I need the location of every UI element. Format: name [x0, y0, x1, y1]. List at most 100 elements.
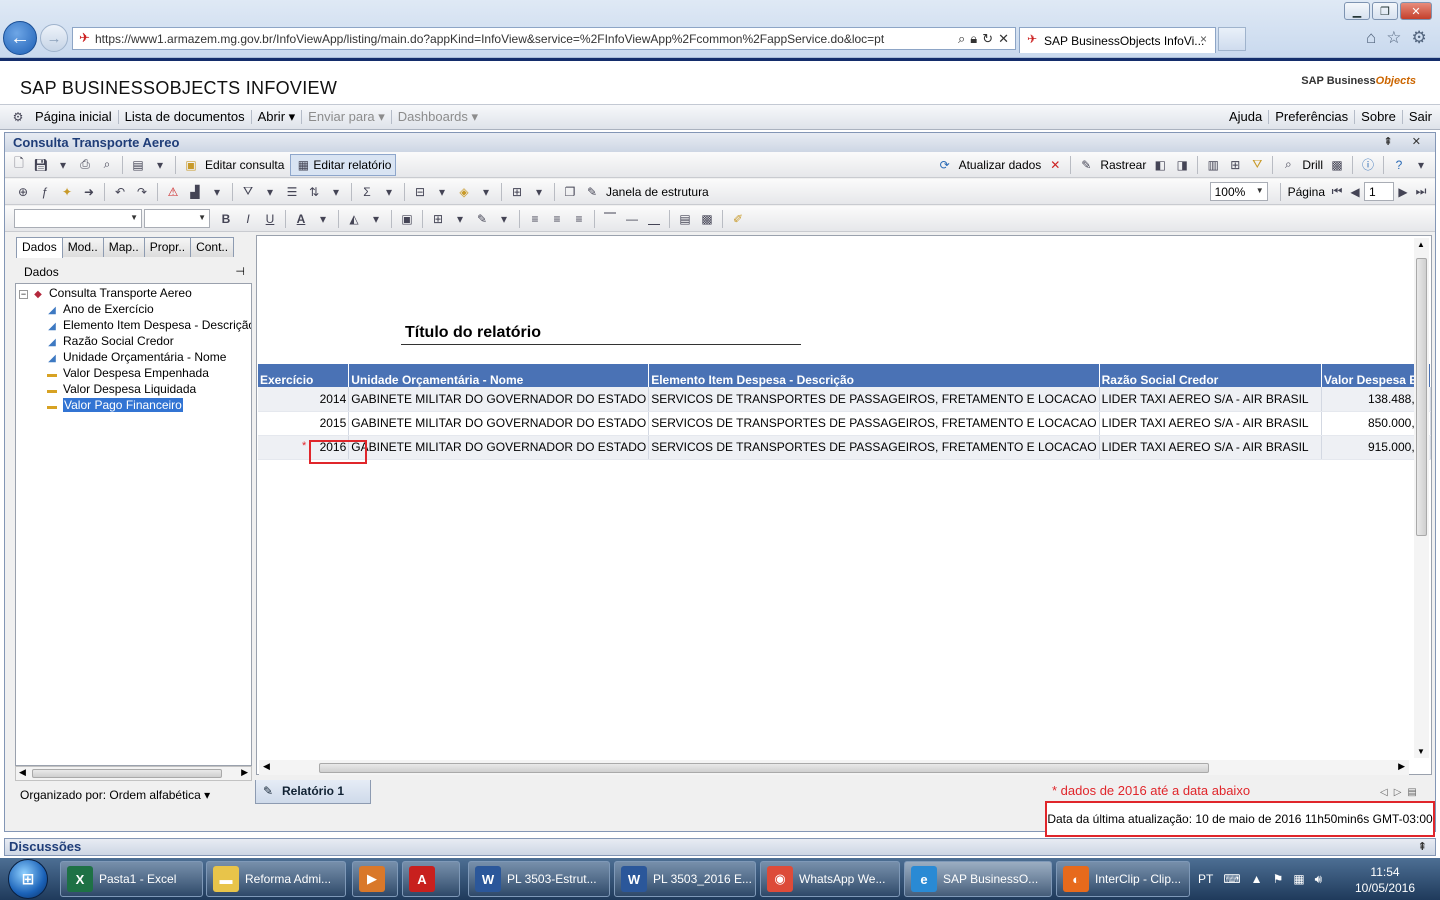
address-bar[interactable]: ✈ https://www1.armazem.mg.gov.br/InfoVie…: [72, 27, 1016, 50]
stop-icon[interactable]: ✕: [998, 31, 1009, 47]
taskbar-item[interactable]: A: [402, 861, 460, 897]
view-icon[interactable]: ▤: [130, 157, 146, 173]
copy-icon[interactable]: ❐: [562, 184, 578, 200]
menu-dashboards[interactable]: Dashboards ▾: [392, 110, 484, 124]
dropdown-arrow-icon[interactable]: ▾: [55, 157, 71, 173]
edit-query-button[interactable]: Editar consulta: [205, 158, 284, 172]
table-cell[interactable]: LIDER TAXI AEREO S/A - AIR BRASIL: [1099, 435, 1322, 460]
tree-item[interactable]: ◢ Elemento Item Despesa - Descrição: [46, 317, 251, 333]
tree-root[interactable]: − ◆ Consulta Transporte Aereo: [19, 285, 192, 301]
print-icon[interactable]: ⎙: [77, 157, 93, 173]
sort-icon[interactable]: ⇅: [306, 184, 322, 200]
dropdown-arrow-icon[interactable]: ▾: [496, 211, 512, 227]
scrollbar-thumb[interactable]: [1416, 258, 1427, 536]
tray-expand-icon[interactable]: ▲: [1251, 872, 1263, 886]
start-button[interactable]: ⊞: [8, 859, 48, 899]
dropdown-arrow-icon[interactable]: ▾: [1413, 157, 1429, 173]
scroll-right-icon[interactable]: ▶: [241, 767, 248, 778]
wrap-text-icon[interactable]: ▤: [677, 211, 693, 227]
report-tab-navigation[interactable]: ◁▷▤: [1380, 787, 1423, 798]
dropdown-arrow-icon[interactable]: ▾: [531, 184, 547, 200]
ranking-icon[interactable]: ◈: [456, 184, 472, 200]
taskbar-item[interactable]: W PL 3503-Estrut...: [468, 861, 610, 897]
align-bottom-icon[interactable]: ⎽: [646, 211, 662, 227]
column-header-exercicio[interactable]: Exercício: [258, 364, 350, 387]
alert-icon[interactable]: ⚠: [165, 184, 181, 200]
underline-icon[interactable]: U: [262, 211, 278, 227]
dropdown-arrow-icon[interactable]: ▾: [152, 157, 168, 173]
taskbar-item[interactable]: X Pasta1 - Excel: [60, 861, 203, 897]
structure-window-button[interactable]: Janela de estrutura: [606, 185, 709, 199]
table-row[interactable]: 2014 GABINETE MILITAR DO GOVERNADOR DO ES…: [258, 387, 1432, 412]
tab-propriedades[interactable]: Propr..: [143, 237, 192, 257]
menu-logout[interactable]: Sair: [1403, 110, 1438, 124]
next-page-icon[interactable]: ▶: [1395, 184, 1411, 200]
refresh-data-button[interactable]: Atualizar dados: [959, 158, 1042, 172]
taskbar-item[interactable]: W PL 3503_2016 E...: [614, 861, 756, 897]
table-cell[interactable]: GABINETE MILITAR DO GOVERNADOR DO ESTADO: [348, 411, 650, 436]
report-tab-relatorio-1[interactable]: ✎ Relatório 1: [255, 780, 371, 804]
background-pattern-icon[interactable]: ▩: [699, 211, 715, 227]
action-center-flag-icon[interactable]: ⚑: [1273, 872, 1284, 886]
keyboard-icon[interactable]: ⌨: [1223, 872, 1240, 886]
table-cell[interactable]: GABINETE MILITAR DO GOVERNADOR DO ESTADO: [348, 387, 650, 412]
column-header-razao-social[interactable]: Razão Social Credor: [1099, 364, 1322, 387]
dropdown-arrow-icon[interactable]: ▾: [478, 184, 494, 200]
close-window-icon[interactable]: ✕: [1400, 2, 1432, 20]
filter-icon[interactable]: ⛛: [240, 184, 256, 200]
tree-item[interactable]: ◢ Razão Social Credor: [46, 333, 174, 349]
report-horizontal-scrollbar[interactable]: ◀ ▶: [259, 760, 1409, 775]
align-left-icon[interactable]: ≡: [527, 211, 543, 227]
search-icon[interactable]: ⌕: [958, 31, 965, 47]
taskbar-clock[interactable]: 11:54 10/05/2016: [1340, 864, 1430, 896]
language-indicator[interactable]: PT: [1198, 872, 1213, 886]
table-cell[interactable]: SERVICOS DE TRANSPORTES DE PASSAGEIROS, …: [648, 411, 1100, 436]
tab-controles[interactable]: Cont..: [190, 237, 235, 257]
new-tab-button[interactable]: [1218, 27, 1246, 51]
restore-icon[interactable]: ❐: [1372, 2, 1398, 20]
page-number-input[interactable]: 1: [1364, 182, 1394, 201]
track-display-icon[interactable]: ◨: [1174, 157, 1190, 173]
tree-item[interactable]: ▬ Valor Despesa Liquidada: [46, 381, 196, 397]
table-cell[interactable]: GABINETE MILITAR DO GOVERNADOR DO ESTADO: [348, 435, 650, 460]
align-top-icon[interactable]: ⎺: [602, 211, 618, 227]
font-family-select[interactable]: ▼: [14, 209, 142, 228]
ungroup-icon[interactable]: ⊞: [1227, 157, 1243, 173]
new-document-icon[interactable]: 🗋: [11, 156, 27, 173]
scroll-down-icon[interactable]: ▼: [1417, 747, 1425, 756]
menu-send-to[interactable]: Enviar para ▾: [302, 110, 392, 124]
chart-icon[interactable]: ▟: [187, 184, 203, 200]
collapse-icon[interactable]: −: [19, 290, 28, 299]
undo-icon[interactable]: ↶: [112, 184, 128, 200]
border-icon[interactable]: ▣: [399, 211, 415, 227]
tab-mapa[interactable]: Map..: [102, 237, 145, 257]
section-icon[interactable]: ⊟: [412, 184, 428, 200]
table-cell[interactable]: LIDER TAXI AEREO S/A - AIR BRASIL: [1099, 411, 1322, 436]
expand-icon[interactable]: ⇞: [1418, 839, 1427, 855]
insert-icon[interactable]: ⊕: [15, 184, 31, 200]
formula-icon[interactable]: ƒ: [37, 184, 53, 200]
border-style-icon[interactable]: ⊞: [430, 211, 446, 227]
menu-about[interactable]: Sobre: [1355, 110, 1403, 124]
line-color-icon[interactable]: ✎: [474, 211, 490, 227]
taskbar-item[interactable]: ▬ Reforma Admi...: [206, 861, 346, 897]
fill-color-icon[interactable]: ◭: [346, 211, 362, 227]
panel-controls[interactable]: ⇞ ✕: [1384, 133, 1430, 152]
menu-open[interactable]: Abrir ▾: [252, 110, 303, 124]
table-row[interactable]: 2016 GABINETE MILITAR DO GOVERNADOR DO ES…: [258, 435, 1432, 460]
organized-by-select[interactable]: Organizado por: Ordem alfabética ▾: [20, 788, 210, 802]
scroll-left-icon[interactable]: ◀: [19, 767, 26, 778]
browser-tab[interactable]: ✈ SAP BusinessObjects InfoVi... ×: [1019, 27, 1216, 53]
tree-item[interactable]: ▬ Valor Despesa Empenhada: [46, 365, 209, 381]
tree-item[interactable]: ▬ Valor Pago Financeiro: [46, 397, 183, 413]
dropdown-arrow-icon[interactable]: ▾: [452, 211, 468, 227]
group-icon[interactable]: ▥: [1205, 157, 1221, 173]
scrollbar-thumb[interactable]: [319, 763, 1209, 773]
edit-report-button[interactable]: ▦ Editar relatório: [290, 153, 397, 176]
table-cell[interactable]: SERVICOS DE TRANSPORTES DE PASSAGEIROS, …: [648, 387, 1100, 412]
font-color-icon[interactable]: A: [293, 211, 309, 227]
tree-item[interactable]: ◢ Ano de Exercício: [46, 301, 154, 317]
table-cell[interactable]: SERVICOS DE TRANSPORTES DE PASSAGEIROS, …: [648, 435, 1100, 460]
discussions-bar[interactable]: Discussões ⇞: [4, 838, 1436, 856]
url-text[interactable]: https://www1.armazem.mg.gov.br/InfoViewA…: [95, 32, 905, 46]
